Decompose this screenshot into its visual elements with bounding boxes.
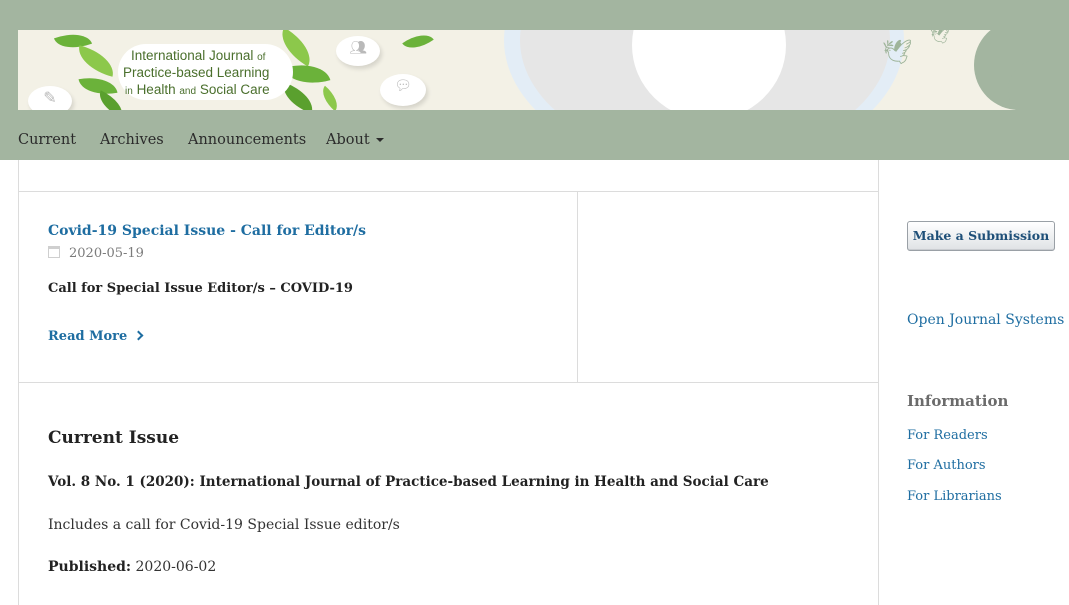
for-readers-link[interactable]: For Readers (907, 428, 988, 443)
primary-nav: Current Archives Announcements About (0, 132, 600, 158)
people-icon: 👥︎ (349, 40, 367, 56)
journal-title-line-3: in Health and Social Care (125, 82, 270, 97)
divider (577, 191, 578, 382)
leaf-decoration (402, 30, 434, 56)
bird-icon: 🕊︎ (930, 30, 951, 45)
published-label: Published: (48, 559, 132, 575)
announcement-summary: Call for Special Issue Editor/s – COVID-… (48, 281, 353, 296)
bird-icon: 🕊︎ (882, 38, 913, 66)
nav-item-archives[interactable]: Archives (100, 132, 164, 148)
current-issue-heading: Current Issue (48, 428, 180, 448)
current-issue-description: Includes a call for Covid-19 Special Iss… (48, 517, 400, 533)
divider (19, 382, 878, 383)
read-more-link[interactable]: Read More (48, 329, 144, 344)
information-heading: Information (907, 392, 1009, 410)
journal-title-line-1: International Journal of (131, 48, 266, 63)
chevron-down-icon (375, 138, 384, 142)
open-journal-systems-link[interactable]: Open Journal Systems (907, 312, 1064, 328)
announcement-title-link[interactable]: Covid-19 Special Issue - Call for Editor… (48, 223, 366, 239)
calendar-icon (48, 246, 60, 258)
site-header: ✎ 👥︎ 💬︎ 🕊︎ 🕊︎ International Journal of P… (0, 0, 1069, 160)
leaf-decoration (78, 73, 118, 99)
main-content: Covid-19 Special Issue - Call for Editor… (18, 160, 879, 605)
leaf-decoration (316, 85, 344, 110)
nav-item-about[interactable]: About (326, 132, 384, 148)
pen-icon: ✎ (43, 88, 57, 107)
announcement-date: 2020-05-19 (48, 246, 144, 261)
current-issue-title-link[interactable]: Vol. 8 No. 1 (2020): International Journ… (48, 474, 769, 490)
divider (19, 191, 878, 192)
for-authors-link[interactable]: For Authors (907, 458, 986, 473)
for-librarians-link[interactable]: For Librarians (907, 489, 1002, 504)
journal-title-line-2: Practice-based Learning (123, 65, 270, 80)
nav-item-announcements[interactable]: Announcements (188, 132, 306, 148)
published-date: 2020-06-02 (135, 559, 217, 575)
chevron-right-icon (133, 330, 144, 341)
journal-banner[interactable]: ✎ 👥︎ 💬︎ 🕊︎ 🕊︎ International Journal of P… (18, 30, 1042, 110)
chat-icon: 💬︎ (394, 78, 412, 94)
nav-item-current[interactable]: Current (18, 132, 76, 148)
make-submission-button[interactable]: Make a Submission (907, 221, 1055, 251)
leaf-decoration (73, 45, 119, 77)
current-issue-published: Published: 2020-06-02 (48, 559, 216, 575)
banner-deco-circle (632, 30, 786, 110)
